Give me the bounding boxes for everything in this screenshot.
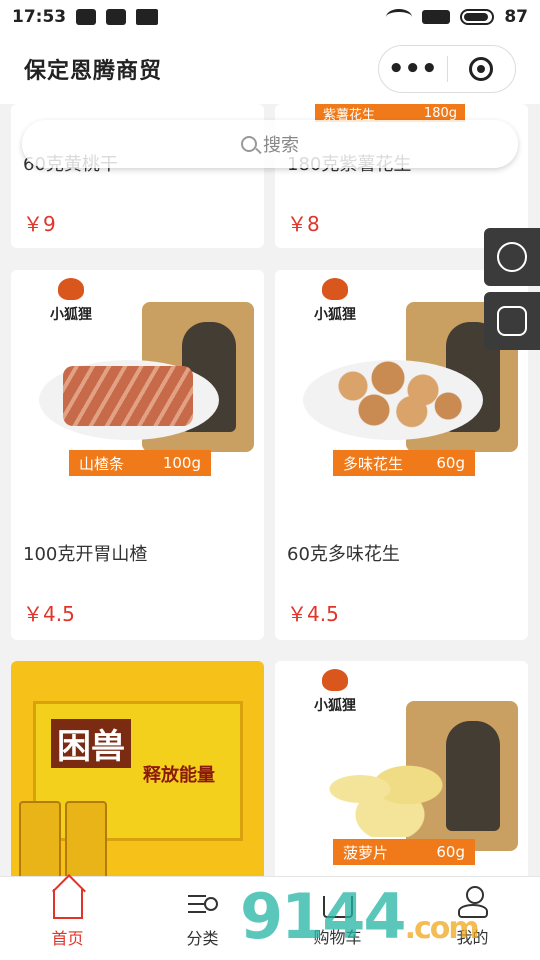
app-header: 保定恩腾商贸 ••• bbox=[0, 34, 540, 104]
signal-icon bbox=[422, 10, 451, 24]
watermark-main: 9144 bbox=[240, 880, 407, 953]
tab-label: 分类 bbox=[186, 928, 219, 948]
customer-service-button[interactable] bbox=[484, 228, 540, 286]
status-time: 17:53 bbox=[12, 7, 67, 27]
battery-icon bbox=[460, 9, 495, 25]
drink-slogan-text: 释放能量 bbox=[143, 765, 215, 786]
phone-call-button[interactable] bbox=[484, 292, 540, 350]
product-price: ￥9 bbox=[23, 212, 56, 236]
fox-logo-icon bbox=[322, 669, 348, 691]
mail-icon bbox=[136, 9, 159, 25]
pineapple-slices-image bbox=[315, 757, 465, 837]
tab-label: 首页 bbox=[51, 928, 84, 948]
status-bar: 17:53 87 bbox=[0, 0, 540, 34]
weibo-icon bbox=[106, 9, 127, 25]
search-label: 搜索 bbox=[263, 135, 299, 156]
drink-can-image bbox=[65, 801, 107, 876]
brand-name: 小狐狸 bbox=[50, 307, 92, 323]
brand-name: 小狐狸 bbox=[314, 698, 356, 714]
close-miniprogram-button[interactable] bbox=[448, 57, 516, 81]
product-card[interactable]: 小狐狸 山楂条 100g 100克开胃山楂 ￥4.5 bbox=[11, 270, 264, 640]
product-name: 60克多味花生 bbox=[287, 544, 400, 565]
hawthorn-strips-image bbox=[63, 366, 193, 426]
miniprogram-capsule: ••• bbox=[378, 45, 516, 93]
battery-level: 87 bbox=[504, 7, 528, 27]
product-price: ￥8 bbox=[287, 212, 320, 236]
watermark-logo: 9144.com bbox=[240, 880, 480, 953]
brand-logo: 小狐狸 bbox=[295, 669, 375, 715]
drink-can-image bbox=[19, 801, 61, 876]
brand-logo: 小狐狸 bbox=[295, 278, 375, 324]
customer-service-icon bbox=[497, 242, 527, 272]
watermark-suffix: .com bbox=[404, 911, 480, 946]
product-image-label: 山楂条 100g bbox=[69, 450, 211, 476]
tab-home[interactable]: 首页 bbox=[0, 877, 135, 960]
search-bar[interactable]: 搜索 bbox=[22, 120, 518, 168]
image-label-weight: 100g bbox=[162, 454, 201, 472]
home-icon bbox=[52, 888, 83, 919]
page-title: 保定恩腾商贸 bbox=[24, 59, 163, 84]
image-label-name: 菠萝片 bbox=[343, 843, 389, 862]
brand-name: 小狐狸 bbox=[314, 307, 356, 323]
more-menu-button[interactable]: ••• bbox=[379, 45, 447, 93]
image-label-name: 山楂条 bbox=[79, 454, 125, 473]
product-grid: 60克黄桃干 ￥9 紫薯花生 180g 180克紫薯花生 ￥8 小狐狸 山楂条 … bbox=[0, 104, 540, 876]
image-label-weight: 60g bbox=[436, 454, 465, 472]
image-label-weight: 60g bbox=[436, 843, 465, 861]
product-name: 100克开胃山楂 bbox=[23, 544, 148, 565]
fox-logo-icon bbox=[322, 278, 348, 300]
product-image-label: 菠萝片 60g bbox=[333, 839, 475, 865]
drink-brand-text: 困兽 bbox=[51, 719, 131, 768]
wifi-icon bbox=[386, 9, 413, 25]
image-label-weight: 180g bbox=[423, 105, 457, 121]
product-image: 小狐狸 山楂条 100g bbox=[11, 270, 264, 510]
product-image-label: 多味花生 60g bbox=[333, 450, 475, 476]
notification-icon bbox=[76, 9, 97, 25]
product-image: 小狐狸 菠萝片 60g bbox=[275, 661, 528, 876]
search-icon bbox=[241, 136, 257, 152]
product-price: ￥4.5 bbox=[287, 602, 339, 626]
peanut-image bbox=[325, 354, 465, 434]
product-card[interactable]: 困兽 释放能量 bbox=[11, 661, 264, 876]
fox-logo-icon bbox=[58, 278, 84, 300]
brand-logo: 小狐狸 bbox=[31, 278, 111, 324]
product-price: ￥4.5 bbox=[23, 602, 75, 626]
product-card[interactable]: 小狐狸 菠萝片 60g bbox=[275, 661, 528, 876]
phone-icon bbox=[497, 306, 527, 336]
target-icon bbox=[469, 57, 494, 81]
energy-drink-image: 困兽 释放能量 bbox=[11, 661, 264, 876]
category-icon bbox=[187, 889, 218, 919]
image-label-name: 多味花生 bbox=[343, 454, 404, 473]
